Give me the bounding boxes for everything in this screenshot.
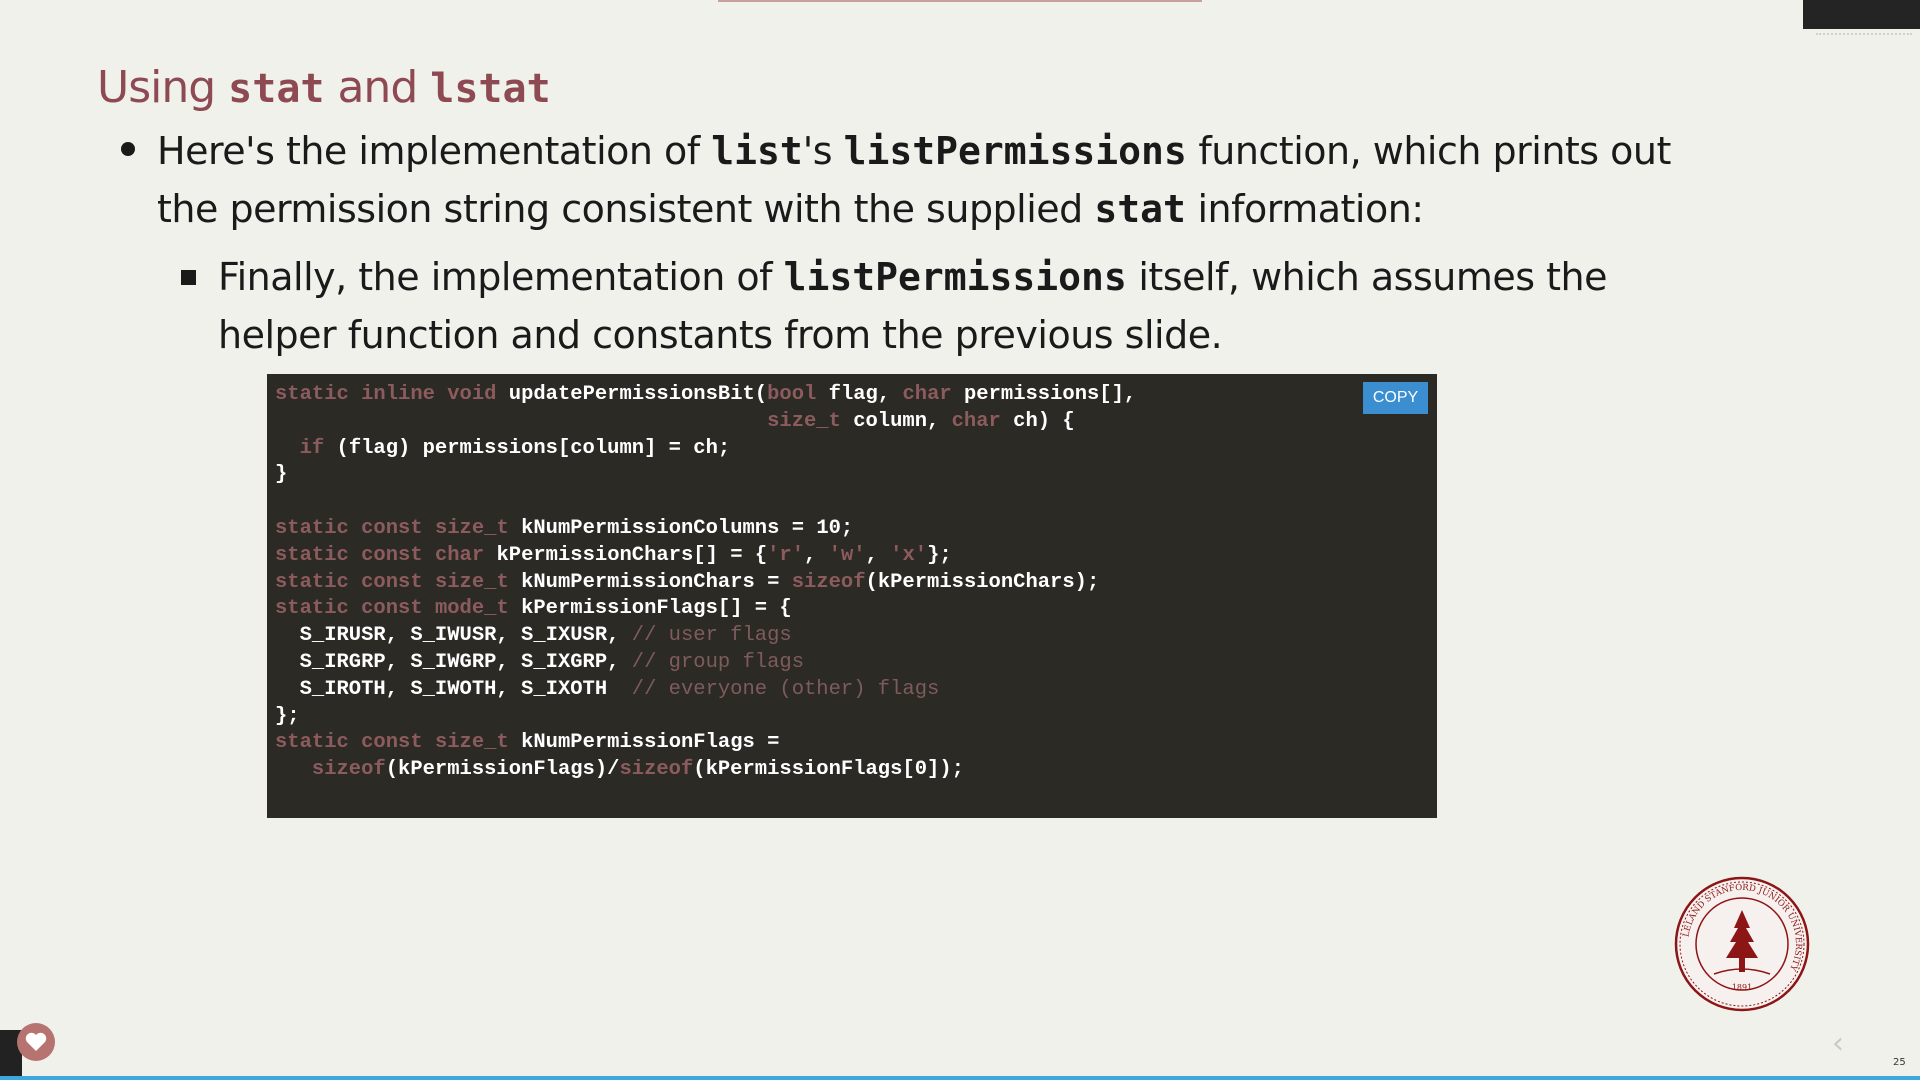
bullet-1-line-2: the permission string consistent with th… (157, 187, 1424, 231)
seal-year: 1891 (1732, 983, 1752, 992)
title-code-lstat: lstat (430, 66, 551, 112)
slide-title: Using stat and lstat (97, 62, 551, 113)
title-code-stat: stat (228, 66, 325, 112)
title-text-and: and (324, 62, 431, 113)
top-divider (718, 0, 1202, 2)
sub-bullet-square (181, 270, 196, 285)
chevron-left-icon[interactable]: ‹ (1832, 1026, 1844, 1061)
progress-bar (0, 1076, 1920, 1080)
bullet-1-line-1: Here's the implementation of list's list… (157, 129, 1671, 173)
copy-button[interactable]: COPY (1363, 382, 1428, 414)
stanford-seal: LELAND STANFORD JUNIOR UNIVERSITY 1891 (1674, 876, 1810, 1012)
title-text-using: Using (97, 62, 229, 113)
code-text[interactable]: static inline void updatePermissionsBit(… (275, 382, 1136, 784)
bullet-2-line-2: helper function and constants from the p… (218, 313, 1223, 357)
page-number: 25 (1893, 1057, 1906, 1068)
code-block[interactable]: static inline void updatePermissionsBit(… (267, 374, 1437, 818)
bullet-2-line-1: Finally, the implementation of listPermi… (218, 255, 1607, 299)
corner-toolbar[interactable] (1803, 0, 1920, 29)
corner-dots (1816, 31, 1912, 35)
heart-icon[interactable] (16, 1022, 56, 1062)
bullet-dot (121, 142, 135, 156)
